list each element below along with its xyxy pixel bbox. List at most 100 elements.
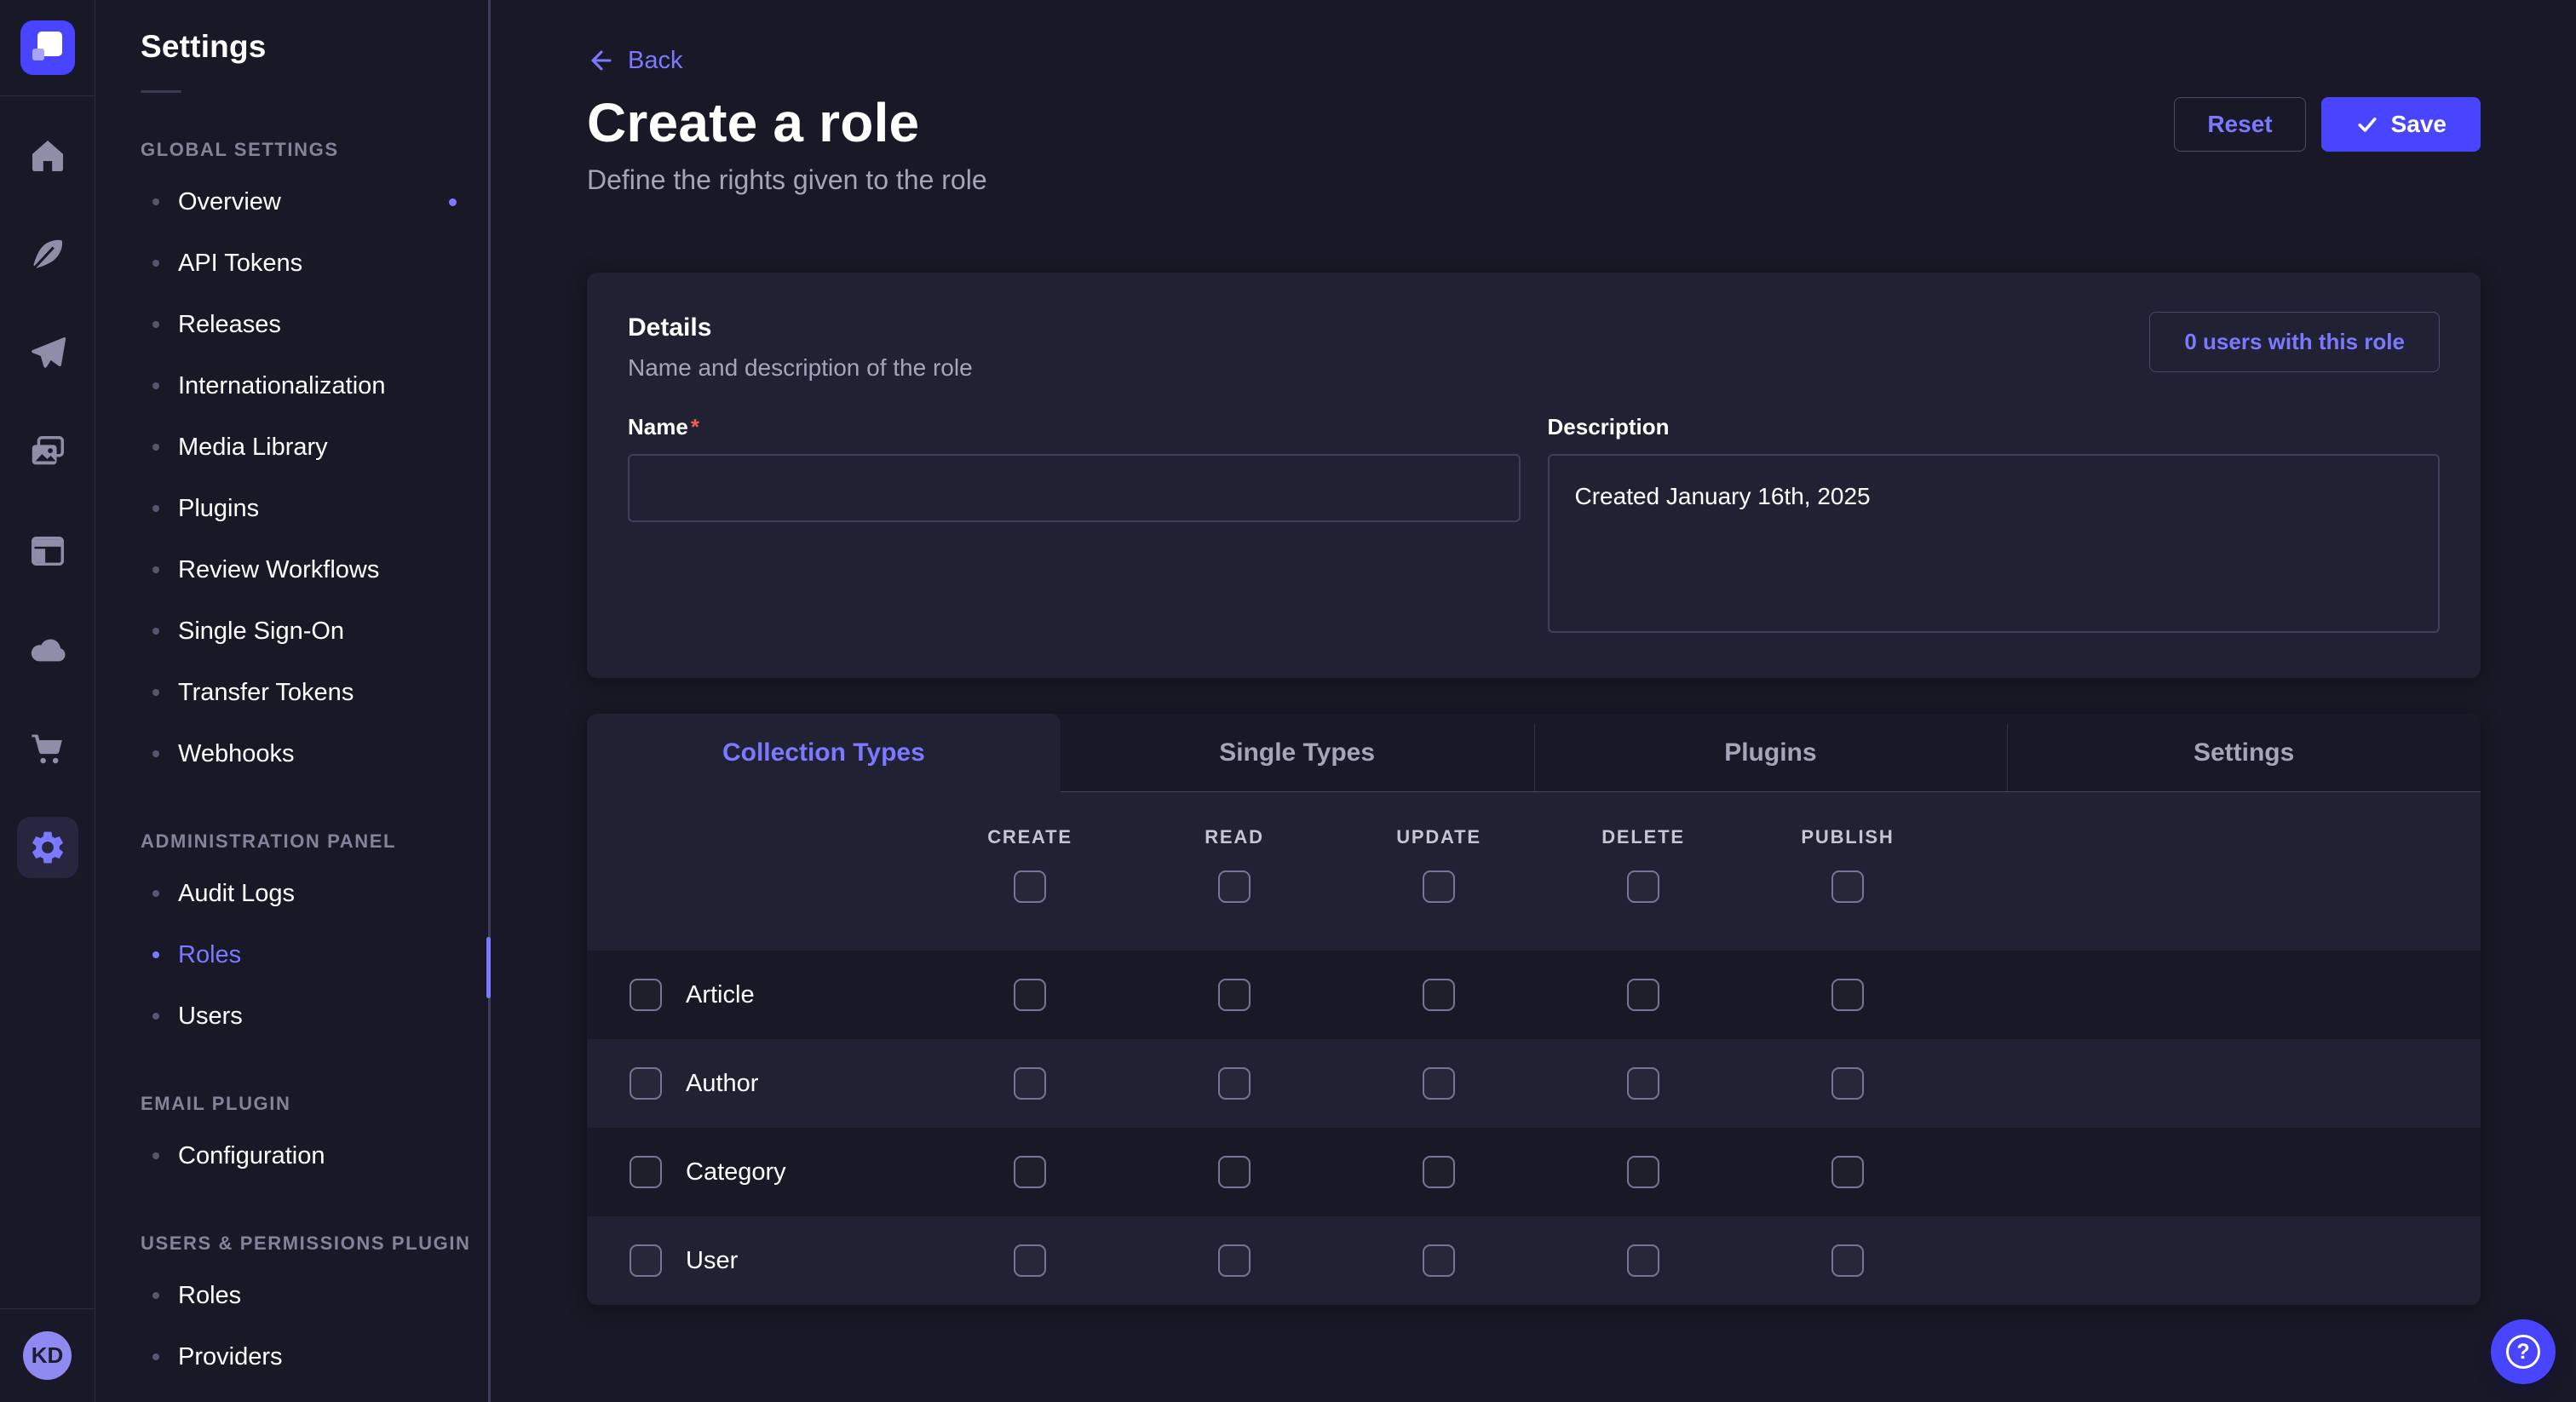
bullet-dot-icon	[152, 890, 159, 897]
article-create-checkbox[interactable]	[1014, 979, 1046, 1011]
article-row-checkbox[interactable]	[630, 979, 662, 1011]
save-button[interactable]: Save	[2321, 97, 2481, 152]
user-row-checkbox[interactable]	[630, 1244, 662, 1277]
sidebar-item-webhooks[interactable]: Webhooks	[141, 723, 491, 784]
sidebar-item-users[interactable]: Users	[141, 985, 491, 1047]
user-publish-checkbox[interactable]	[1831, 1244, 1864, 1277]
sidebar-item-roles[interactable]: Roles	[141, 924, 491, 985]
bullet-dot-icon	[152, 750, 159, 757]
paper-plane-icon[interactable]	[17, 323, 78, 384]
user-update-checkbox[interactable]	[1423, 1244, 1455, 1277]
author-create-checkbox[interactable]	[1014, 1067, 1046, 1100]
cloud-icon[interactable]	[17, 619, 78, 681]
section-label-administration-panel: ADMINISTRATION PANEL	[141, 830, 491, 853]
permissions-card: Collection Types Single Types Plugins Se…	[587, 714, 2481, 1305]
strapi-logo[interactable]	[20, 20, 75, 75]
author-read-checkbox[interactable]	[1218, 1067, 1251, 1100]
bullet-dot-icon	[152, 321, 159, 328]
sidebar-item-transfer-tokens[interactable]: Transfer Tokens	[141, 662, 491, 723]
sidebar-item-label: Roles	[178, 941, 241, 969]
bullet-dot-icon	[152, 951, 159, 958]
back-link[interactable]: Back	[587, 46, 682, 75]
select-all-delete-checkbox[interactable]	[1627, 871, 1659, 903]
help-button[interactable]: ?	[2491, 1319, 2556, 1384]
category-update-checkbox[interactable]	[1423, 1156, 1455, 1188]
layout-icon[interactable]	[17, 520, 78, 582]
sidebar-item-internationalization[interactable]: Internationalization	[141, 355, 491, 417]
sidebar-item-label: Internationalization	[178, 372, 385, 400]
sidebar-item-label: Providers	[178, 1343, 283, 1371]
users-with-role-button[interactable]: 0 users with this role	[2149, 312, 2440, 372]
sidebar-item-configuration[interactable]: Configuration	[141, 1125, 491, 1187]
sidebar-item-label: Users	[178, 1003, 243, 1031]
category-delete-checkbox[interactable]	[1627, 1156, 1659, 1188]
page-subtitle: Define the rights given to the role	[587, 164, 2481, 196]
strapi-admin-app: KD Settings GLOBAL SETTINGSOverviewAPI T…	[0, 0, 2576, 1402]
sidebar-item-api-tokens[interactable]: API Tokens	[141, 233, 491, 294]
category-read-checkbox[interactable]	[1218, 1156, 1251, 1188]
column-create: CREATE	[928, 826, 1132, 903]
permission-row-article: Article	[587, 951, 2481, 1039]
tab-settings[interactable]: Settings	[2007, 714, 2481, 792]
sidebar-item-media-library[interactable]: Media Library	[141, 417, 491, 478]
column-label: CREATE	[987, 826, 1072, 848]
tab-plugins[interactable]: Plugins	[1534, 714, 2008, 792]
app-rail: KD	[0, 0, 95, 1402]
home-icon[interactable]	[17, 125, 78, 187]
permissions-tabbar: Collection Types Single Types Plugins Se…	[587, 714, 2481, 792]
author-publish-checkbox[interactable]	[1831, 1067, 1864, 1100]
bullet-dot-icon	[152, 1152, 159, 1159]
tab-collection-types[interactable]: Collection Types	[587, 714, 1061, 792]
name-field-group: Name*	[628, 414, 1521, 637]
author-update-checkbox[interactable]	[1423, 1067, 1455, 1100]
bullet-dot-icon	[152, 382, 159, 389]
description-textarea[interactable]: Created January 16th, 2025	[1548, 454, 2441, 633]
bullet-dot-icon	[152, 505, 159, 512]
details-card: Details Name and description of the role…	[587, 273, 2481, 678]
sidebar-item-single-sign-on[interactable]: Single Sign-On	[141, 600, 491, 662]
cart-icon[interactable]	[17, 718, 78, 779]
select-all-update-checkbox[interactable]	[1423, 871, 1455, 903]
user-read-checkbox[interactable]	[1218, 1244, 1251, 1277]
sidebar-item-roles[interactable]: Roles	[141, 1265, 491, 1326]
name-input[interactable]	[628, 454, 1521, 522]
column-read: READ	[1132, 826, 1337, 903]
select-all-publish-checkbox[interactable]	[1831, 871, 1864, 903]
feather-icon[interactable]	[17, 224, 78, 285]
user-delete-checkbox[interactable]	[1627, 1244, 1659, 1277]
user-avatar[interactable]: KD	[23, 1331, 72, 1380]
article-publish-checkbox[interactable]	[1831, 979, 1864, 1011]
reset-button[interactable]: Reset	[2174, 97, 2305, 152]
article-update-checkbox[interactable]	[1423, 979, 1455, 1011]
select-all-read-checkbox[interactable]	[1218, 871, 1251, 903]
question-mark-icon: ?	[2506, 1335, 2540, 1369]
article-read-checkbox[interactable]	[1218, 979, 1251, 1011]
subnav-scrollbar-thumb[interactable]	[486, 937, 491, 998]
author-row-checkbox[interactable]	[630, 1067, 662, 1100]
subnav-scrollbar[interactable]	[488, 0, 491, 1402]
user-create-checkbox[interactable]	[1014, 1244, 1046, 1277]
settings-gear-icon[interactable]	[17, 817, 78, 878]
bullet-dot-icon	[152, 628, 159, 635]
save-label: Save	[2391, 111, 2447, 138]
sidebar-item-audit-logs[interactable]: Audit Logs	[141, 863, 491, 924]
sidebar-item-overview[interactable]: Overview	[141, 171, 491, 233]
column-publish: PUBLISH	[1745, 826, 1950, 903]
sidebar-item-plugins[interactable]: Plugins	[141, 478, 491, 539]
sidebar-item-label: Configuration	[178, 1142, 325, 1170]
tab-single-types[interactable]: Single Types	[1061, 714, 1534, 792]
sidebar-item-label: API Tokens	[178, 250, 302, 278]
column-update: UPDATE	[1337, 826, 1541, 903]
author-delete-checkbox[interactable]	[1627, 1067, 1659, 1100]
category-row-checkbox[interactable]	[630, 1156, 662, 1188]
category-create-checkbox[interactable]	[1014, 1156, 1046, 1188]
bullet-dot-icon	[152, 1292, 159, 1299]
category-publish-checkbox[interactable]	[1831, 1156, 1864, 1188]
select-all-create-checkbox[interactable]	[1014, 871, 1046, 903]
sidebar-item-providers[interactable]: Providers	[141, 1326, 491, 1388]
media-library-icon[interactable]	[17, 422, 78, 483]
column-label: UPDATE	[1396, 826, 1481, 848]
article-delete-checkbox[interactable]	[1627, 979, 1659, 1011]
sidebar-item-review-workflows[interactable]: Review Workflows	[141, 539, 491, 600]
sidebar-item-releases[interactable]: Releases	[141, 294, 491, 355]
